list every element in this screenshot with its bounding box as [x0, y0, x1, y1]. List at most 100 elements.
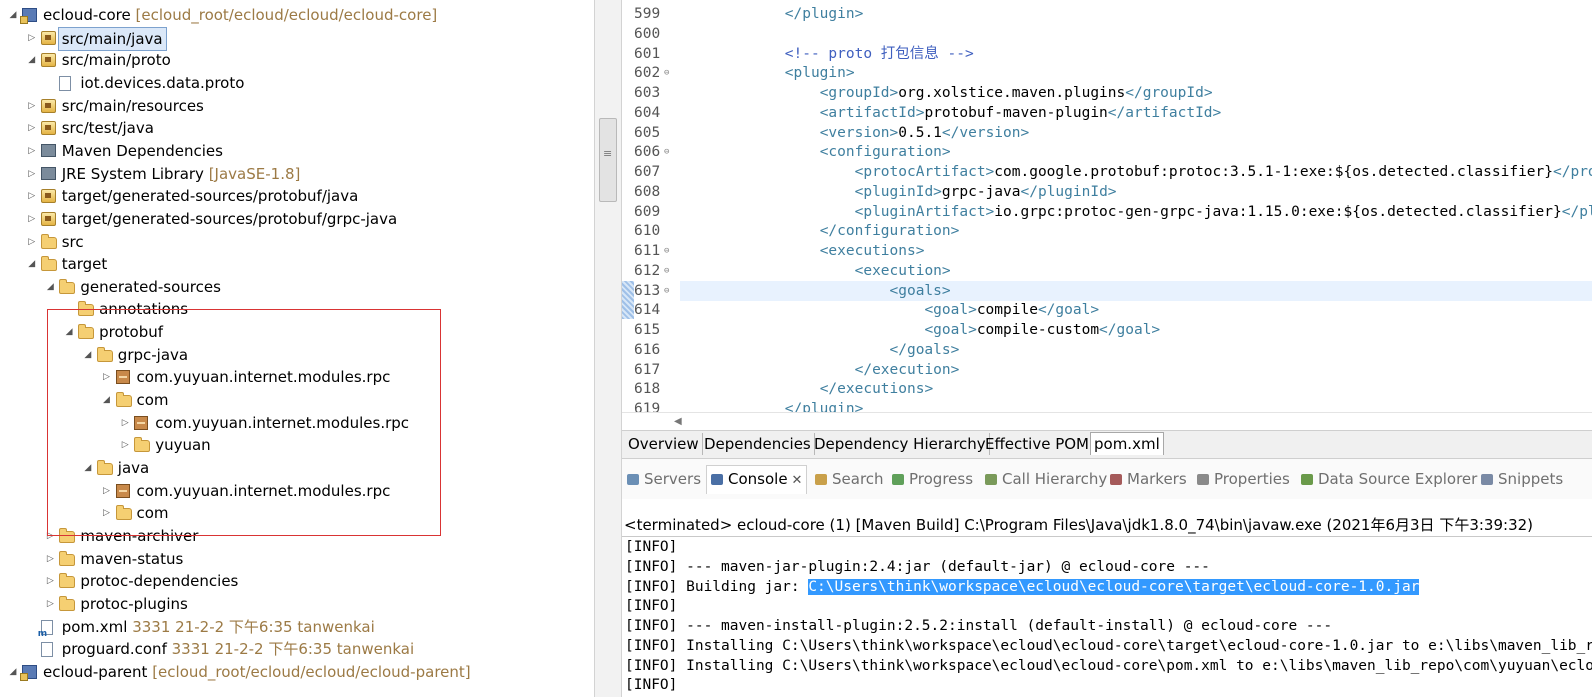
code-line[interactable]: </plugin> [680, 399, 864, 412]
tree-item[interactable]: ▷ yuyuan [0, 434, 594, 456]
collapsed-toggle-icon[interactable]: ▷ [27, 140, 37, 162]
tree-item[interactable]: ▷ target/generated-sources/protobuf/java [0, 185, 594, 207]
tree-item[interactable]: ◢ generated-sources [0, 276, 594, 298]
code-line[interactable]: </execution> [680, 360, 960, 380]
tree-item[interactable]: ▷ maven-status [0, 548, 594, 570]
pom-xml-editor[interactable]: 599 </plugin> 600 601 <!-- proto 打包信息 --> 6… [622, 0, 1592, 412]
fold-toggle-icon[interactable]: ⊖ [664, 281, 669, 301]
code-line[interactable]: <pluginArtifact>io.grpc:protoc-gen-grpc-… [680, 202, 1592, 222]
pom-tab[interactable]: Overview [625, 433, 703, 455]
tree-item[interactable]: annotations [0, 298, 594, 320]
collapsed-toggle-icon[interactable]: ▷ [27, 185, 37, 207]
tree-item[interactable]: ▷ com.yuyuan.internet.modules.rpc [0, 366, 594, 388]
collapsed-toggle-icon[interactable]: ▷ [27, 95, 37, 117]
scroll-left-arrow-icon[interactable]: ◀ [674, 413, 682, 431]
code-line[interactable]: </plugin> [680, 4, 864, 24]
tree-item[interactable]: ▷ com.yuyuan.internet.modules.rpc [0, 480, 594, 502]
tree-item[interactable]: ◢ grpc-java [0, 344, 594, 366]
tree-item[interactable]: ▷ src/main/java [0, 26, 594, 51]
collapsed-toggle-icon[interactable]: ▷ [27, 117, 37, 139]
code-line[interactable]: <execution> [680, 261, 951, 281]
code-line[interactable]: </goals> [680, 340, 960, 360]
collapsed-toggle-icon[interactable]: ▷ [45, 593, 55, 615]
collapsed-toggle-icon[interactable]: ▷ [27, 208, 37, 230]
tree-item[interactable]: ◢ ecloud-parent [ecloud_root/ecloud/eclou… [0, 661, 594, 683]
code-line[interactable]: <artifactId>protobuf-maven-plugin</artif… [680, 103, 1222, 123]
tree-item[interactable]: ▷ src [0, 231, 594, 253]
pom-tab[interactable]: Dependencies [701, 433, 815, 455]
collapsed-toggle-icon[interactable]: ▷ [102, 366, 112, 388]
code-line[interactable]: <goal>compile</goal> [680, 300, 1099, 320]
pom-tab[interactable]: pom.xml [1090, 432, 1164, 455]
collapsed-toggle-icon[interactable]: ▷ [45, 548, 55, 570]
fold-toggle-icon[interactable]: ⊖ [664, 261, 669, 281]
code-line[interactable]: <groupId>org.xolstice.maven.plugins</gro… [680, 83, 1213, 103]
expanded-toggle-icon[interactable]: ◢ [64, 321, 74, 343]
tree-item[interactable]: ▷ Maven Dependencies [0, 140, 594, 162]
tree-item[interactable]: ◢ java [0, 457, 594, 479]
collapsed-toggle-icon[interactable]: ▷ [102, 502, 112, 524]
code-line[interactable]: <goals> [680, 280, 1592, 301]
code-line[interactable]: <pluginId>grpc-java</pluginId> [680, 182, 1117, 202]
code-line[interactable]: </executions> [680, 379, 934, 399]
tree-item[interactable]: ▷ protoc-plugins [0, 593, 594, 615]
tree-item[interactable]: ▷ maven-archiver [0, 525, 594, 547]
expanded-toggle-icon[interactable]: ◢ [102, 389, 112, 411]
pom-tab[interactable]: Effective POM [982, 433, 1094, 455]
view-tab[interactable]: Data Source Explorer [1301, 467, 1477, 491]
tree-item[interactable]: proguard.conf 3331 21-2-2 下午6:35 tanwenk… [0, 638, 594, 660]
tree-item[interactable]: ▷ com.yuyuan.internet.modules.rpc [0, 412, 594, 434]
tree-item[interactable]: ▷ src/main/resources [0, 95, 594, 117]
expanded-toggle-icon[interactable]: ◢ [83, 457, 93, 479]
code-line[interactable]: <goal>compile-custom</goal> [680, 320, 1160, 340]
tree-item[interactable]: ▷ JRE System Library [JavaSE-1.8] [0, 163, 594, 185]
scrollbar-thumb[interactable] [599, 118, 617, 202]
code-line[interactable]: </configuration> [680, 221, 960, 241]
view-tab[interactable]: Snippets [1481, 467, 1563, 491]
collapsed-toggle-icon[interactable]: ▷ [120, 434, 130, 456]
tree-item[interactable]: ▷ src/test/java [0, 117, 594, 139]
expanded-toggle-icon[interactable]: ◢ [45, 276, 55, 298]
view-tab[interactable]: Progress [892, 467, 973, 491]
code-line[interactable]: <version>0.5.1</version> [680, 123, 1030, 143]
collapsed-toggle-icon[interactable]: ▷ [45, 570, 55, 592]
expanded-toggle-icon[interactable]: ◢ [27, 49, 37, 71]
expanded-toggle-icon[interactable]: ◢ [27, 253, 37, 275]
collapsed-toggle-icon[interactable]: ▷ [102, 480, 112, 502]
collapsed-toggle-icon[interactable]: ▷ [27, 27, 37, 49]
code-line[interactable]: <protocArtifact>com.google.protobuf:prot… [680, 162, 1592, 182]
expanded-toggle-icon[interactable]: ◢ [83, 344, 93, 366]
close-icon[interactable]: ✕ [792, 473, 803, 488]
view-tab[interactable]: Servers [627, 467, 701, 491]
tree-item[interactable]: ◢ target [0, 253, 594, 275]
code-line[interactable]: <executions> [680, 241, 925, 261]
tree-item[interactable]: ▷ protoc-dependencies [0, 570, 594, 592]
tree-item[interactable]: pom.xml 3331 21-2-2 下午6:35 tanwenkai [0, 616, 594, 645]
tree-item[interactable]: ▷ com [0, 502, 594, 524]
expanded-toggle-icon[interactable]: ◢ [8, 4, 18, 26]
code-line[interactable]: <configuration> [680, 142, 951, 162]
collapsed-toggle-icon[interactable]: ▷ [120, 412, 130, 434]
view-tab[interactable]: Console ✕ [706, 465, 808, 494]
view-tab[interactable]: Search [815, 467, 884, 491]
expanded-toggle-icon[interactable]: ◢ [8, 661, 18, 683]
selected-text[interactable]: C:\Users\think\workspace\ecloud\ecloud-c… [808, 578, 1420, 595]
code-line[interactable]: <!-- proto 打包信息 --> [680, 44, 974, 64]
tree-item[interactable]: ◢ com [0, 389, 594, 411]
code-line[interactable]: <plugin> [680, 63, 855, 83]
tree-item[interactable]: ◢ ecloud-core [ecloud_root/ecloud/ecloud/… [0, 4, 594, 26]
collapsed-toggle-icon[interactable]: ▷ [27, 231, 37, 253]
view-tab[interactable]: Call Hierarchy [985, 467, 1107, 491]
vertical-scrollbar[interactable] [594, 0, 622, 697]
tree-item[interactable]: ◢ protobuf [0, 321, 594, 343]
tree-item[interactable]: iot.devices.data.proto [0, 72, 594, 94]
tree-item[interactable]: ◢ src/main/proto [0, 49, 594, 71]
fold-toggle-icon[interactable]: ⊖ [664, 241, 669, 261]
view-tab[interactable]: Markers [1110, 467, 1187, 491]
fold-toggle-icon[interactable]: ⊖ [664, 63, 669, 83]
tree-item[interactable]: ▷ target/generated-sources/protobuf/grpc-… [0, 208, 594, 230]
fold-toggle-icon[interactable]: ⊖ [664, 142, 669, 162]
collapsed-toggle-icon[interactable]: ▷ [27, 163, 37, 185]
editor-horizontal-scrollbar[interactable]: ◀ [622, 412, 1592, 431]
pom-tab[interactable]: Dependency Hierarchy [811, 433, 990, 455]
